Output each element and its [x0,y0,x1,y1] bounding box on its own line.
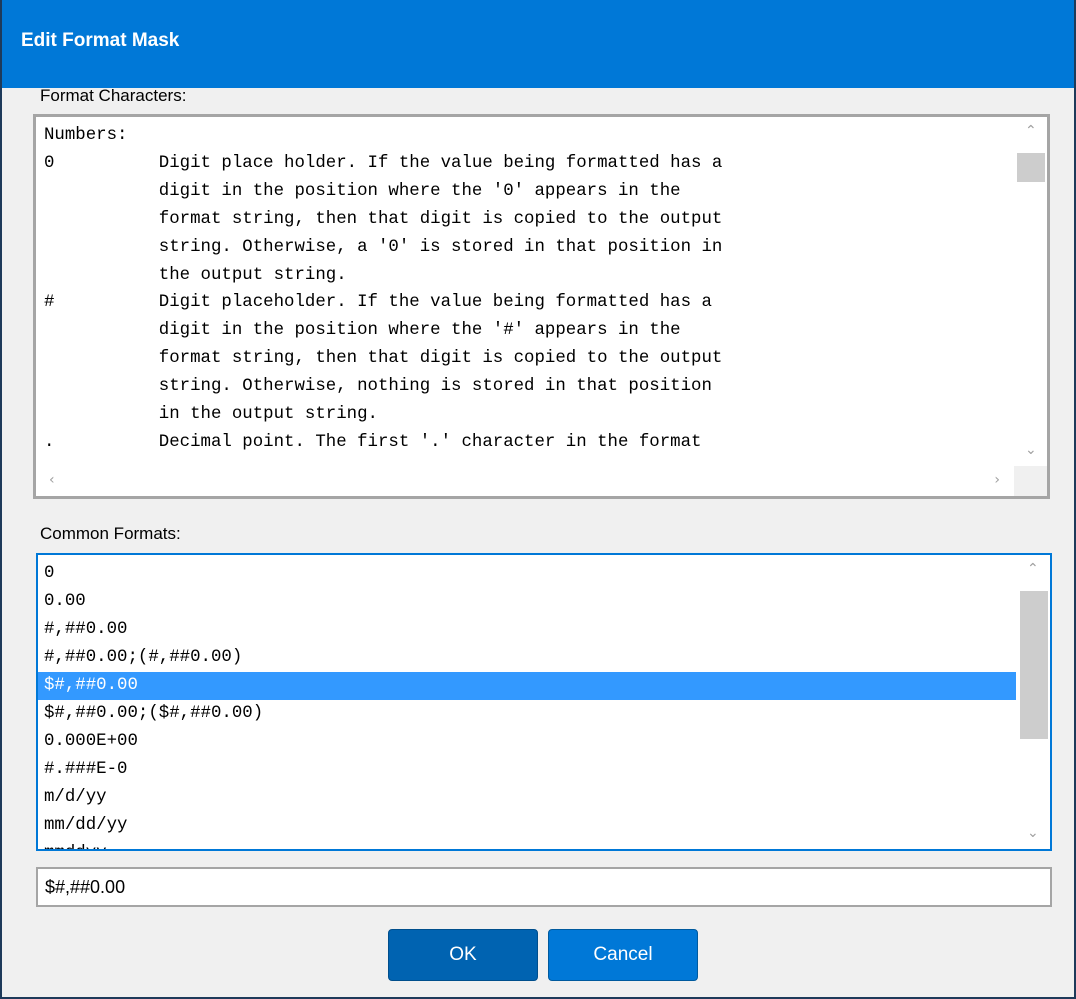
format-characters-box[interactable]: Numbers: 0 Digit place holder. If the va… [33,114,1050,499]
common-formats-vscrollbar[interactable]: ⌃ ⌄ [1017,555,1050,849]
common-formats-label: Common Formats: [40,524,181,543]
cancel-button[interactable]: Cancel [548,929,698,981]
list-item[interactable]: 0.00 [38,588,1016,616]
common-formats-list[interactable]: 0 0.00 #,##0.00 #,##0.00;(#,##0.00) $#,##0.0… [36,553,1052,851]
edit-format-mask-dialog: Edit Format Mask Format Characters: Numb… [0,0,1076,999]
list-item[interactable]: m/d/yy [38,784,1016,812]
format-characters-hscrollbar[interactable]: ‹ › [36,466,1014,496]
format-characters-text: Numbers: 0 Digit place holder. If the va… [44,126,723,452]
common-formats-items: 0 0.00 #,##0.00 #,##0.00;(#,##0.00) $#,##0.0… [38,560,1016,849]
scrollbar-corner [1014,466,1047,496]
list-item[interactable]: mm/dd/yy [38,812,1016,840]
ok-button[interactable]: OK [388,929,538,981]
format-characters-label: Format Characters: [40,86,187,105]
scroll-thumb[interactable] [1017,153,1045,182]
format-characters-vscrollbar[interactable]: ⌃ ⌄ [1014,117,1047,466]
scroll-right-arrow-icon[interactable]: › [994,472,1000,488]
scroll-left-arrow-icon[interactable]: ‹ [49,472,55,488]
list-item[interactable]: #,##0.00;(#,##0.00) [38,644,1016,672]
list-item[interactable]: mmddyy [38,840,1016,849]
format-mask-input[interactable] [36,867,1052,907]
scroll-up-arrow-icon[interactable]: ⌃ [1027,561,1039,577]
title-bar[interactable]: Edit Format Mask [2,0,1074,88]
scroll-thumb[interactable] [1020,591,1048,739]
list-item[interactable]: #.###E-0 [38,756,1016,784]
scroll-up-arrow-icon[interactable]: ⌃ [1025,123,1037,139]
list-item[interactable]: #,##0.00 [38,616,1016,644]
list-item[interactable]: 0.000E+00 [38,728,1016,756]
list-item[interactable]: $#,##0.00;($#,##0.00) [38,700,1016,728]
scroll-down-arrow-icon[interactable]: ⌄ [1025,442,1037,458]
dialog-title: Edit Format Mask [21,30,180,51]
list-item[interactable]: $#,##0.00 [38,672,1016,700]
list-item[interactable]: 0 [38,560,1016,588]
scroll-down-arrow-icon[interactable]: ⌄ [1027,825,1039,841]
